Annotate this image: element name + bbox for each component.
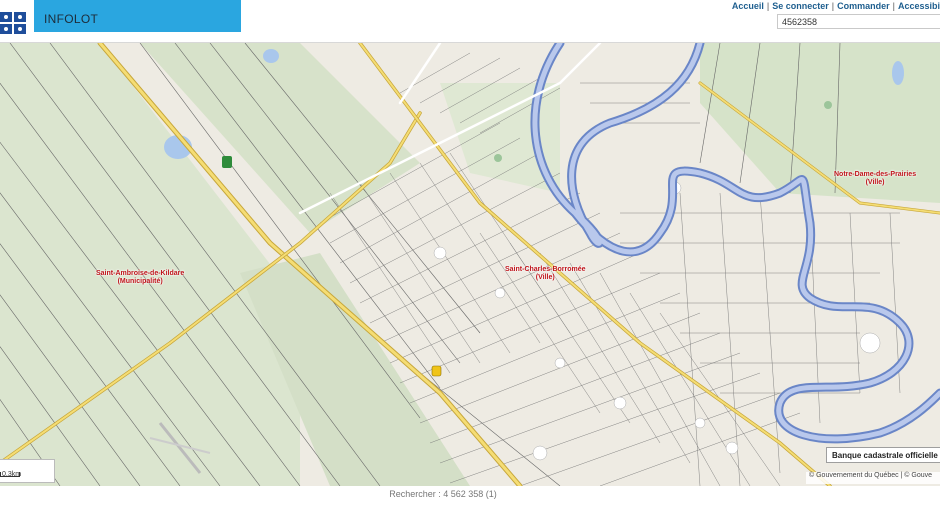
cadastre-layer-label[interactable]: Banque cadastrale officielle en [826, 447, 940, 463]
app-header: INFOLOT Accueil | Se connecter | Commander | A… [0, 0, 940, 42]
app-title: INFOLOT [44, 12, 99, 26]
app-title-banner[interactable]: INFOLOT [34, 0, 241, 32]
search-result-status: Rechercher : 4 562 358 (1) [389, 489, 497, 499]
quebec-fleurdelise-logo-icon[interactable] [0, 12, 26, 34]
lot-search-input[interactable] [777, 14, 940, 29]
map-copyright: © Gouvernement du Québec | © Gouve [806, 472, 940, 484]
nav-commander-link[interactable]: Commander [837, 1, 890, 11]
map-scale-bar: 0.3km [0, 459, 55, 483]
municipality-label-saint-charles: Saint-Charles-Borromée (Ville) [505, 266, 586, 281]
municipality-label-notre-dame: Notre-Dame-des-Prairies (Ville) [834, 171, 917, 186]
nav-se-connecter-link[interactable]: Se connecter [772, 1, 829, 11]
map-canvas[interactable] [0, 43, 940, 486]
nav-accueil-link[interactable]: Accueil [732, 1, 764, 11]
nav-accessibilite-link[interactable]: Accessibi [898, 1, 940, 11]
top-navigation: Accueil | Se connecter | Commander | Accessibi [731, 1, 940, 11]
map-viewport[interactable]: Saint-Ambroise-de-Kildare (Municipalité)… [0, 42, 940, 486]
municipality-label-saint-ambroise: Saint-Ambroise-de-Kildare (Municipalité) [96, 270, 185, 285]
